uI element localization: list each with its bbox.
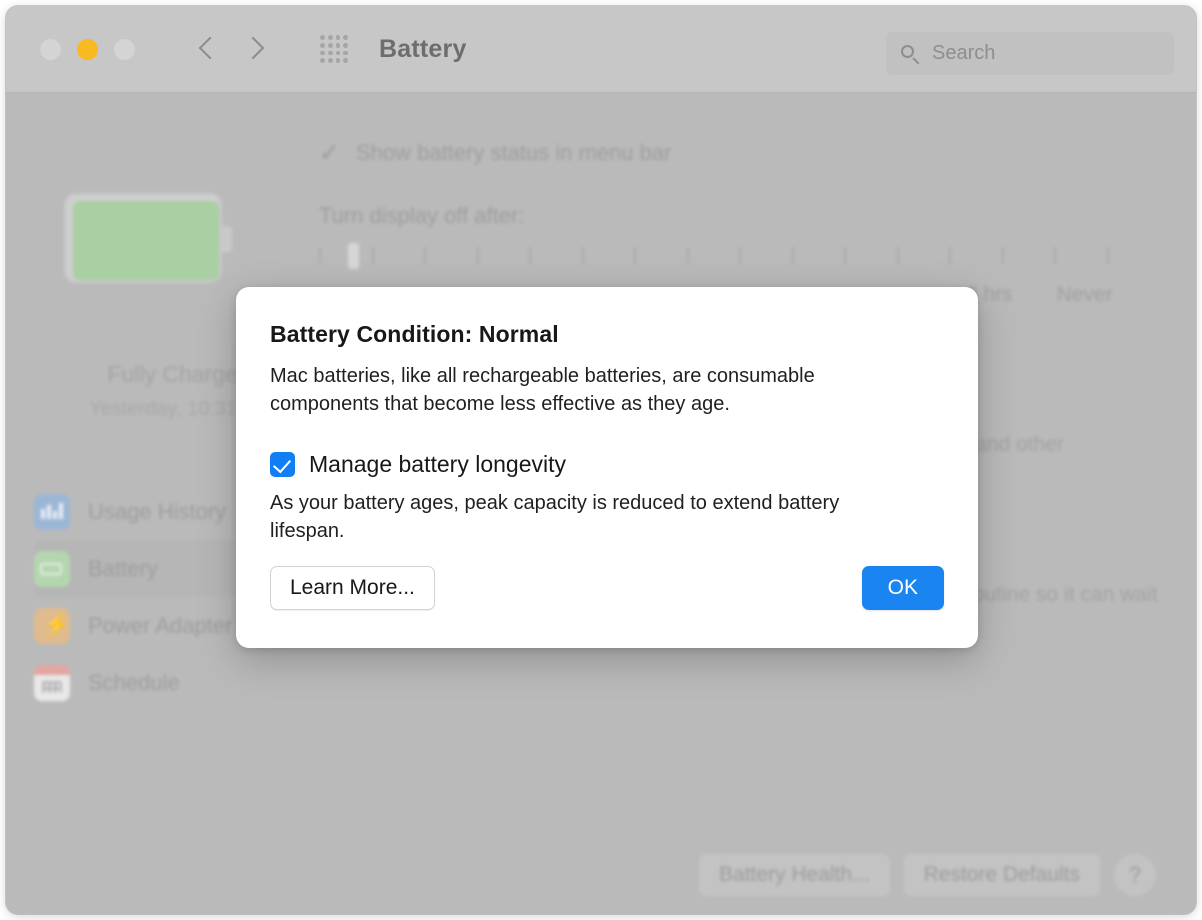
battery-health-button[interactable]: Battery Health... (699, 854, 890, 896)
dialog-body-text: Mac batteries, like all rechargeable bat… (270, 365, 815, 416)
dialog-actions: Learn More... OK (270, 566, 944, 610)
restore-defaults-button[interactable]: Restore Defaults (903, 854, 1100, 896)
pane-bottom-toolbar: Battery Health... Restore Defaults ? (6, 854, 1196, 896)
search-placeholder: Search (932, 42, 996, 64)
manage-battery-longevity-checkbox[interactable]: Manage battery longevity (270, 451, 944, 478)
sidebar-item-label: Battery (88, 555, 158, 581)
navigation-buttons (195, 32, 267, 66)
system-preferences-window: Battery Search ✓ Show battery status in … (6, 6, 1196, 914)
learn-more-button[interactable]: Learn More... (270, 566, 435, 610)
schedule-calendar-icon (34, 664, 70, 701)
checkbox-checked-icon[interactable] (270, 451, 295, 477)
battery-condition-dialog: Battery Condition: Normal Mac batteries,… (236, 287, 978, 648)
battery-icon (34, 550, 70, 587)
checkmark-icon: ✓ (319, 139, 340, 167)
battery-fill (73, 201, 219, 280)
search-input[interactable]: Search (886, 32, 1174, 75)
battery-terminal (222, 226, 232, 252)
slider-label-never: Never (1056, 283, 1113, 306)
show-battery-status-label: Show battery status in menu bar (355, 140, 672, 165)
show-battery-status-checkbox[interactable]: ✓ Show battery status in menu bar (319, 138, 671, 168)
manage-battery-longevity-description: As your battery ages, peak capacity is r… (270, 491, 840, 543)
power-adapter-icon (34, 607, 70, 644)
dialog-title: Battery Condition: Normal (270, 321, 559, 347)
window-titlebar: Battery Search (6, 6, 1196, 93)
battery-illustration (64, 193, 232, 283)
show-all-grid-icon[interactable] (317, 32, 351, 66)
display-off-slider[interactable] (319, 243, 1109, 269)
minimize-button[interactable] (77, 38, 98, 60)
chevron-right-icon[interactable] (241, 32, 267, 66)
battery-shell (64, 193, 222, 283)
sidebar-item-label: Schedule (88, 669, 180, 695)
sidebar-item-schedule[interactable]: Schedule (34, 654, 334, 711)
obscured-text-fragment-bottom: routine so it can wait (966, 583, 1158, 606)
chevron-left-icon[interactable] (195, 32, 221, 66)
turn-display-off-label: Turn display off after: (319, 203, 525, 228)
help-button[interactable]: ? (1114, 854, 1156, 896)
slider-ticks (319, 247, 1109, 264)
usage-history-icon (34, 493, 70, 530)
traffic-light-group (40, 38, 135, 60)
close-button[interactable] (40, 38, 61, 60)
manage-battery-longevity-label: Manage battery longevity (309, 450, 566, 477)
slider-tick-labels: 3 hrs Never (966, 283, 1176, 307)
zoom-button[interactable] (114, 38, 135, 60)
sidebar-item-label: Usage History (88, 498, 227, 524)
screenshot-root: Battery Search ✓ Show battery status in … (0, 0, 1202, 920)
search-icon (900, 44, 920, 64)
slider-thumb[interactable] (348, 243, 359, 269)
ok-button[interactable]: OK (861, 566, 944, 610)
sidebar-item-label: Power Adapter (88, 612, 233, 638)
page-title: Battery (379, 34, 467, 63)
